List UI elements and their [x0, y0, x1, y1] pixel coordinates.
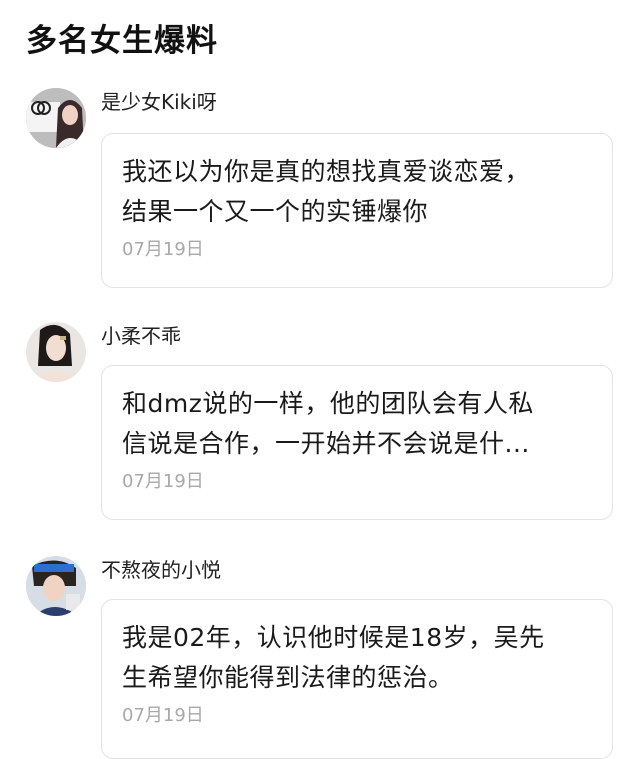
comment-bubble: 和dmz说的一样，他的团队会有人私 信说是合作，一开始并不会说是什... 07月…	[101, 365, 613, 520]
comment-text: 我是02年，认识他时候是18岁，吴先 生希望你能得到法律的惩治。	[122, 618, 592, 698]
username[interactable]: 小柔不乖	[101, 322, 181, 350]
page-title: 多名女生爆料	[26, 23, 218, 59]
comment-text: 和dmz说的一样，他的团队会有人私 信说是合作，一开始并不会说是什...	[122, 384, 592, 464]
comment-text: 我还以为你是真的想找真爱谈恋爱， 结果一个又一个的实锤爆你	[122, 152, 592, 232]
user-avatar-icon[interactable]	[26, 322, 86, 382]
comment-line: 我是02年，认识他时候是18岁，吴先	[122, 623, 545, 652]
comment-bubble: 我还以为你是真的想找真爱谈恋爱， 结果一个又一个的实锤爆你 07月19日	[101, 133, 613, 288]
avatar-image	[26, 322, 86, 382]
username[interactable]: 不熬夜的小悦	[101, 556, 221, 584]
comment-line: 信说是合作，一开始并不会说是什...	[122, 429, 530, 458]
user-avatar-icon[interactable]	[26, 556, 86, 616]
avatar-image	[26, 88, 86, 148]
comment-line: 和dmz说的一样，他的团队会有人私	[122, 389, 534, 418]
comment-item: 小柔不乖 和dmz说的一样，他的团队会有人私 信说是合作，一开始并不会说是什..…	[0, 322, 640, 532]
username[interactable]: 是少女Kiki呀	[101, 88, 217, 116]
comment-line: 我还以为你是真的想找真爱谈恋爱，	[122, 157, 531, 186]
comment-date: 07月19日	[122, 239, 204, 260]
user-avatar-icon[interactable]	[26, 88, 86, 148]
comment-line: 结果一个又一个的实锤爆你	[122, 197, 429, 226]
comment-bubble: 我是02年，认识他时候是18岁，吴先 生希望你能得到法律的惩治。 07月19日	[101, 599, 613, 759]
comment-line: 生希望你能得到法律的惩治。	[122, 663, 454, 692]
avatar-image	[26, 556, 86, 616]
comment-date: 07月19日	[122, 471, 204, 492]
comment-date: 07月19日	[122, 705, 204, 726]
comment-item: 不熬夜的小悦 我是02年，认识他时候是18岁，吴先 生希望你能得到法律的惩治。 …	[0, 556, 640, 759]
comment-item: 是少女Kiki呀 我还以为你是真的想找真爱谈恋爱， 结果一个又一个的实锤爆你 0…	[0, 88, 640, 298]
